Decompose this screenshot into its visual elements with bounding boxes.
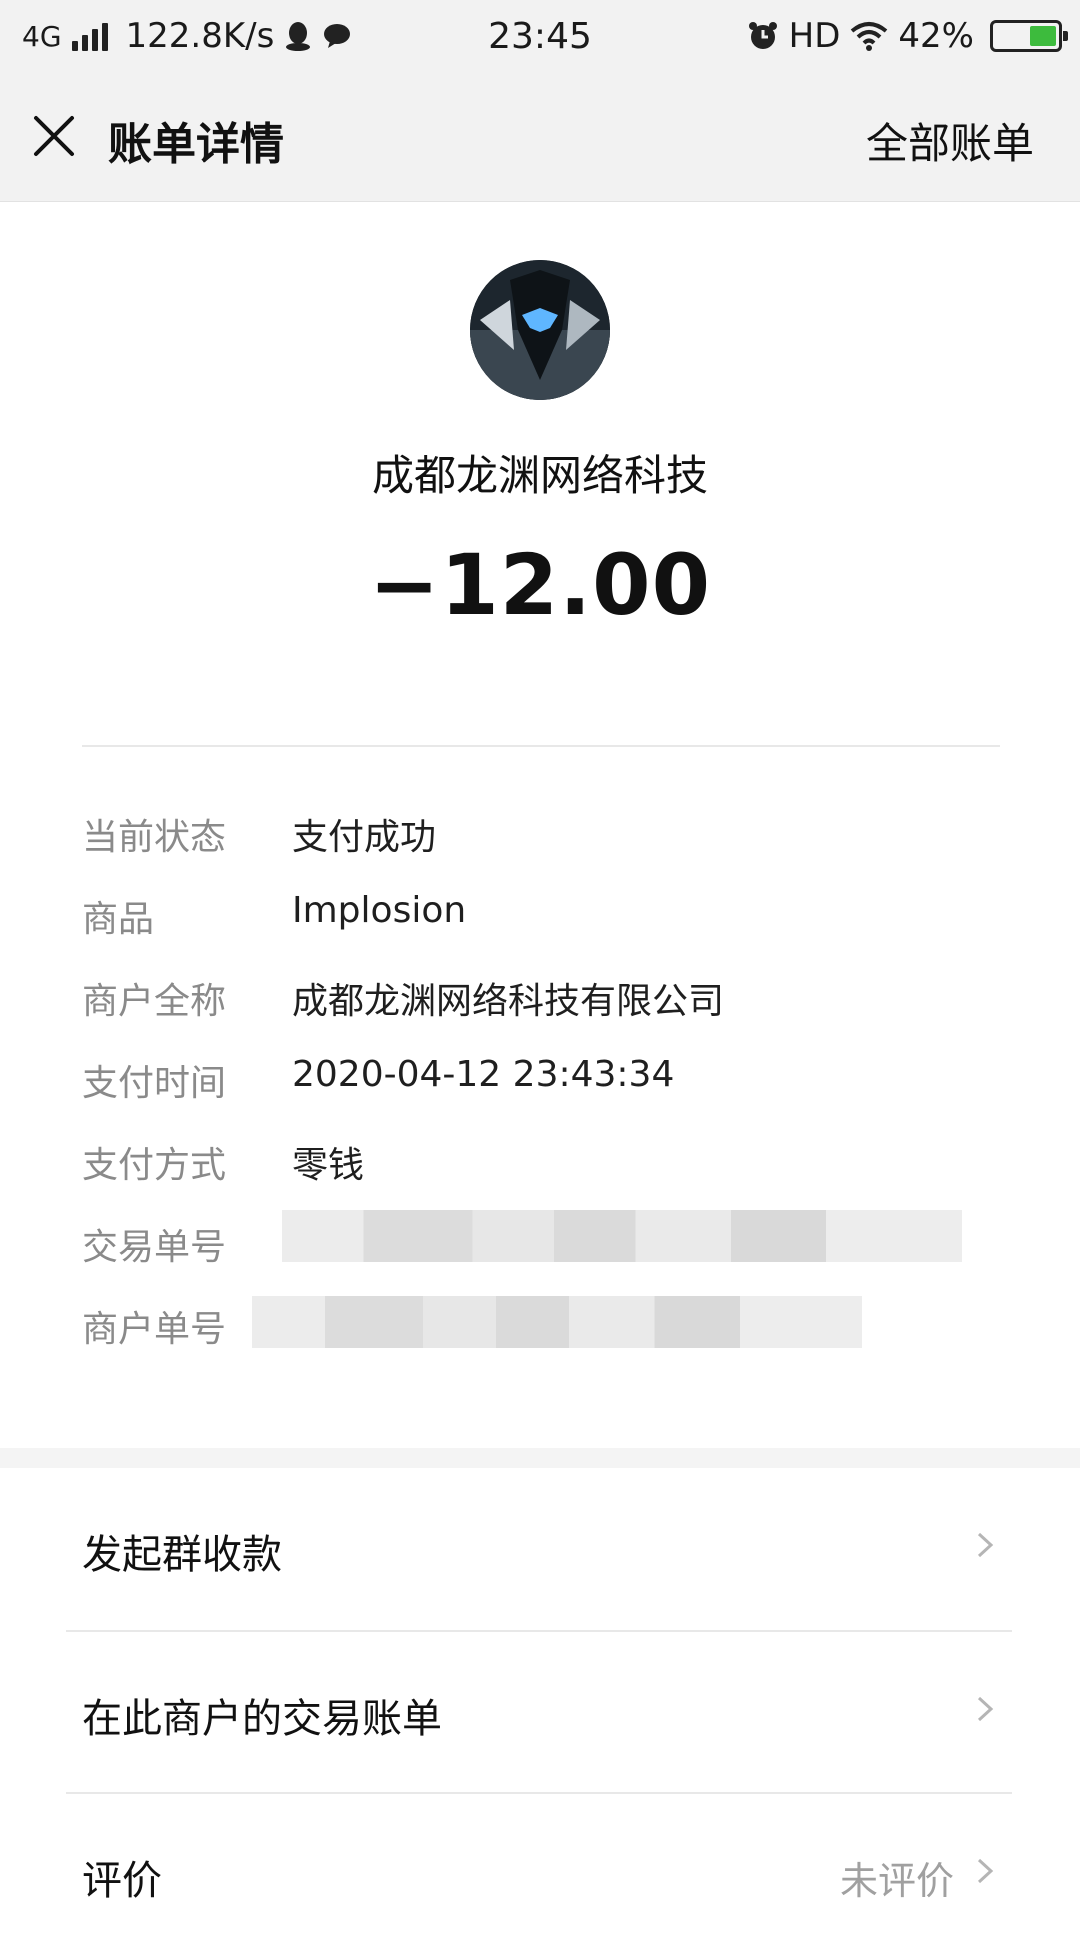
page-title: 账单详情 — [108, 119, 284, 170]
detail-key: 当前状态 — [82, 817, 227, 858]
detail-value: 2020-04-12 23:43:34 — [292, 1054, 675, 1095]
rating-item[interactable]: 评价 未评价 — [0, 1794, 1080, 1954]
detail-key: 交易单号 — [82, 1227, 227, 1268]
alarm-icon — [748, 22, 777, 49]
detail-row-transaction-id: 交易单号 — [82, 1210, 1012, 1300]
detail-row-status: 当前状态 支付成功 — [82, 808, 1012, 890]
detail-value: 支付成功 — [292, 817, 437, 858]
battery-percent: 42% — [898, 16, 974, 56]
merchant-avatar — [470, 260, 610, 400]
detail-row-pay-time: 支付时间 2020-04-12 23:43:34 — [82, 1054, 1012, 1136]
status-bar: 4G 122.8K/s 23:45 HD 42% — [0, 0, 1080, 78]
merchant-bills-item[interactable]: 在此商户的交易账单 — [0, 1632, 1080, 1792]
detail-key: 支付时间 — [82, 1063, 227, 1104]
detail-key: 支付方式 — [82, 1145, 227, 1186]
detail-row-product: 商品 Implosion — [82, 890, 1012, 972]
detail-value: 成都龙渊网络科技有限公司 — [292, 981, 725, 1022]
divider — [82, 745, 1000, 747]
all-bills-link[interactable]: 全部账单 — [866, 110, 1034, 171]
bill-details: 当前状态 支付成功 商品 Implosion 商户全称 成都龙渊网络科技有限公司… — [82, 808, 1012, 1382]
nav-bar: 账单详情 全部账单 — [0, 78, 1080, 202]
detail-row-merchant-order-id: 商户单号 — [82, 1296, 1012, 1382]
redacted-transaction-id — [282, 1210, 962, 1262]
detail-key: 商户单号 — [82, 1309, 227, 1350]
hd-indicator: HD — [788, 16, 841, 56]
redacted-merchant-order-id — [252, 1296, 862, 1348]
merchant-name: 成都龙渊网络科技 — [371, 451, 708, 500]
battery-icon — [990, 20, 1068, 52]
rating-status: 未评价 — [839, 1859, 954, 1903]
chevron-right-icon — [977, 1696, 994, 1722]
detail-key: 商品 — [82, 899, 155, 940]
menu-label: 发起群收款 — [82, 1532, 282, 1578]
menu-label: 评价 — [82, 1858, 162, 1904]
detail-row-merchant-fullname: 商户全称 成都龙渊网络科技有限公司 — [82, 972, 1012, 1054]
detail-value: Implosion — [292, 890, 467, 931]
amount: −12.00 — [368, 536, 712, 634]
detail-key: 商户全称 — [82, 981, 227, 1022]
detail-value: 零钱 — [292, 1145, 365, 1186]
close-icon[interactable] — [28, 110, 80, 162]
group-collect-item[interactable]: 发起群收款 — [0, 1468, 1080, 1628]
menu-label: 在此商户的交易账单 — [82, 1696, 442, 1742]
wifi-icon — [851, 22, 888, 51]
detail-row-pay-method: 支付方式 零钱 — [82, 1136, 1012, 1218]
section-separator — [0, 1448, 1080, 1468]
chevron-right-icon — [977, 1532, 994, 1558]
chevron-right-icon — [977, 1858, 994, 1884]
